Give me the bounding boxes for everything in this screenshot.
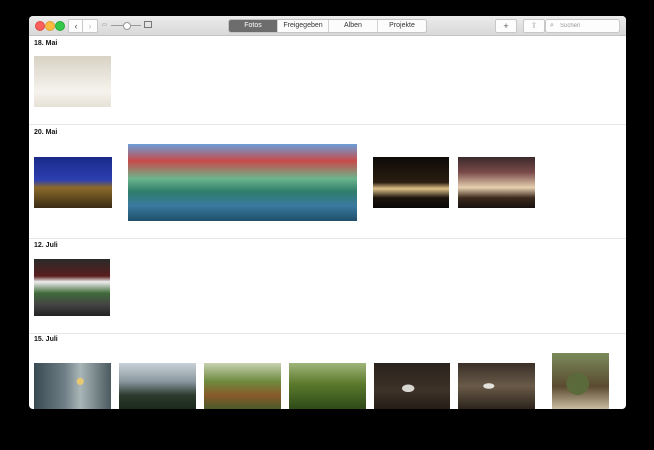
photo-bedroom[interactable] — [34, 56, 111, 107]
photo-night-street[interactable] — [373, 157, 449, 208]
moment-title: 18. Mai — [34, 40, 58, 47]
moment-title: 20. Mai — [34, 129, 58, 136]
photo-hanging-lights[interactable] — [34, 363, 111, 409]
forward-button[interactable]: › — [82, 19, 98, 33]
chevron-right-icon: › — [88, 21, 92, 31]
photo-riverside-cafe[interactable] — [128, 144, 357, 221]
search-icon: ⌕ — [550, 22, 554, 29]
chevron-left-icon: ‹ — [74, 21, 78, 31]
moment-divider — [29, 238, 626, 239]
fullscreen-button[interactable] — [55, 21, 65, 31]
photo-cactus-pot[interactable] — [552, 353, 609, 409]
tab-alben[interactable]: Alben — [329, 20, 378, 32]
zoom-out-icon: ▭ — [102, 22, 107, 28]
photo-brandenburg-gate[interactable] — [34, 157, 112, 208]
photo-glass-roof[interactable] — [119, 363, 196, 409]
zoom-in-icon — [144, 21, 152, 28]
photo-green-sign[interactable] — [34, 259, 110, 316]
moment-divider — [29, 124, 626, 125]
photo-bird-stones[interactable] — [458, 363, 535, 409]
photo-night-building[interactable] — [458, 157, 535, 208]
photo-grid: 18. Mai 20. Mai 12. Juli 15. Juli — [29, 36, 626, 409]
tab-projekte[interactable]: Projekte — [378, 20, 426, 32]
share-button[interactable]: ⇪ — [523, 19, 545, 33]
search-field[interactable]: ⌕ — [545, 19, 620, 33]
toolbar: ‹ › ▭ Fotos Freigegeben Alben Projekte +… — [29, 16, 626, 36]
close-button[interactable] — [35, 21, 45, 31]
zoom-slider-thumb[interactable] — [123, 22, 131, 30]
photo-fern[interactable] — [289, 363, 366, 409]
moment-title: 12. Juli — [34, 242, 58, 249]
search-input[interactable] — [560, 20, 616, 32]
photo-palm-trunk[interactable] — [204, 363, 281, 409]
add-button[interactable]: + — [495, 19, 517, 33]
tab-fotos[interactable]: Fotos — [229, 20, 278, 32]
moment-title: 15. Juli — [34, 336, 58, 343]
share-icon: ⇪ — [530, 21, 538, 30]
moment-divider — [29, 333, 626, 334]
photos-window: ‹ › ▭ Fotos Freigegeben Alben Projekte +… — [29, 16, 626, 409]
view-switcher: Fotos Freigegeben Alben Projekte — [228, 19, 427, 33]
minimize-button[interactable] — [45, 21, 55, 31]
tab-freigegeben[interactable]: Freigegeben — [278, 20, 329, 32]
photo-bird-ground[interactable] — [374, 363, 450, 409]
